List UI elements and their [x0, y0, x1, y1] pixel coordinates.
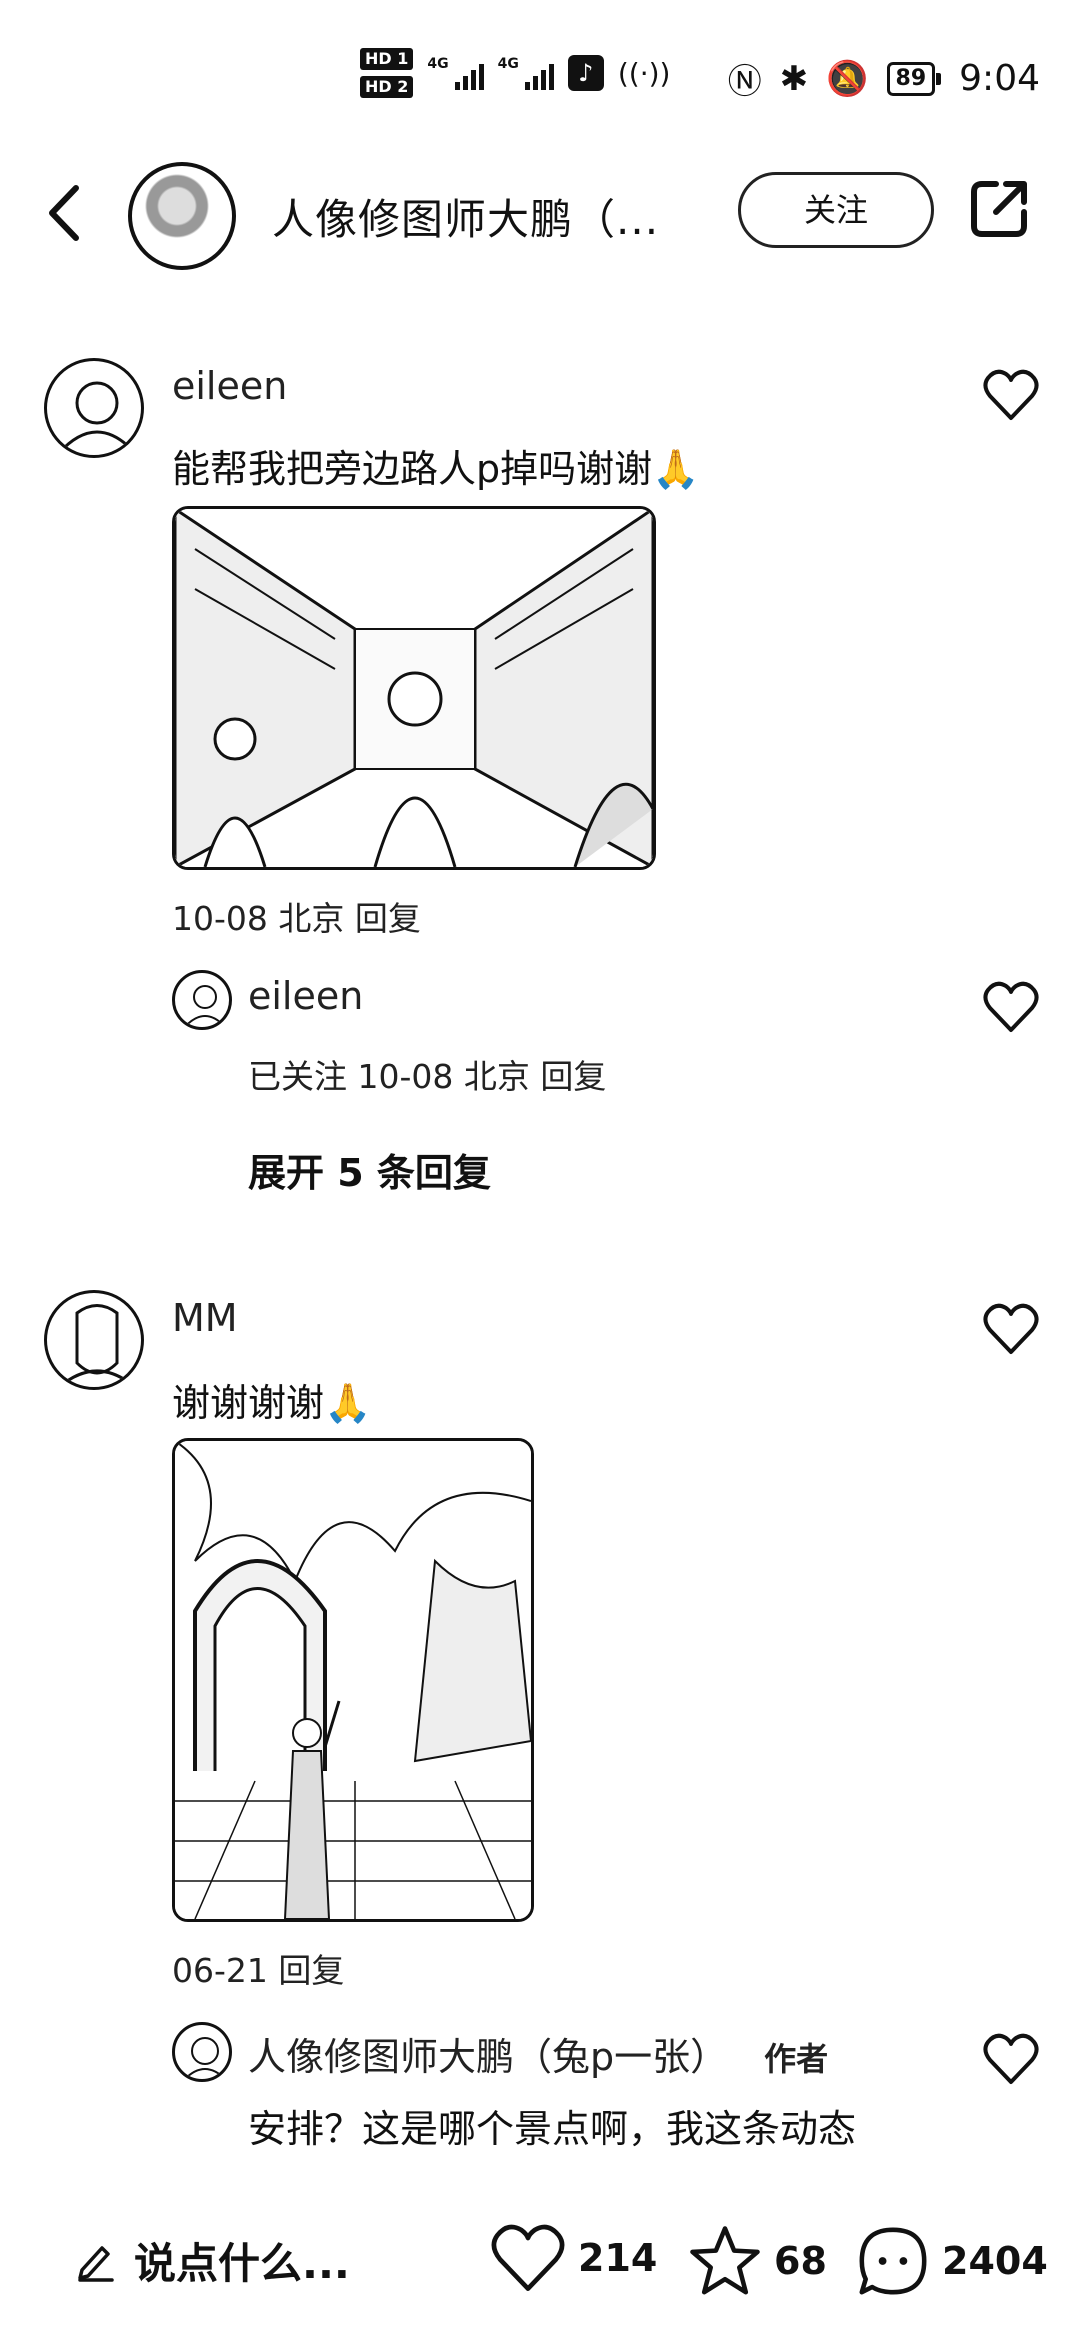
- top-header: 人像修图师大鹏（... 关注: [0, 150, 1080, 280]
- reply-text: 安排？这是哪个景点啊，我这条动态: [248, 2107, 857, 2151]
- heart-icon: [983, 369, 1039, 420]
- clock: 9:04: [959, 58, 1040, 99]
- reply-avatar[interactable]: [172, 970, 232, 1030]
- heart-icon: [983, 2033, 1039, 2084]
- commenter-avatar[interactable]: [44, 358, 144, 458]
- expand-replies-button[interactable]: 展开 5 条回复: [248, 1142, 491, 1197]
- like-count: 214: [578, 2236, 658, 2280]
- comment-input[interactable]: 说点什么...: [74, 2230, 350, 2291]
- like-reply-button[interactable]: [982, 980, 1040, 1034]
- reply-avatar[interactable]: [172, 2022, 232, 2082]
- network-2-label: 4G: [497, 56, 519, 72]
- tiktok-icon: ♪: [567, 55, 604, 91]
- status-bar: HD 1 HD 2 4G 4G ♪ ((·)) Ⓝ ✱ 🔕 89 9:04: [0, 0, 1080, 150]
- back-button[interactable]: [36, 178, 96, 248]
- comment-list[interactable]: eileen 能帮我把旁边路人p掉吗谢谢🙏 10-08 北京 回复 eileen…: [0, 280, 1080, 2180]
- hd1-badge: HD 1: [360, 48, 414, 70]
- signal-1-icon: 4G: [427, 56, 484, 90]
- comment-meta: 10-08 北京 回复: [172, 899, 421, 938]
- chevron-left-icon: [49, 185, 79, 241]
- battery-indicator: 89: [886, 61, 941, 96]
- commenter-name[interactable]: eileen: [172, 364, 287, 408]
- favorite-count: 68: [774, 2239, 827, 2283]
- signal-2-icon: 4G: [498, 56, 554, 90]
- comment-count: 2404: [942, 2239, 1048, 2283]
- author-tag: 作者: [764, 2040, 829, 2078]
- star-icon: [690, 2226, 760, 2295]
- pencil-icon: [78, 2245, 114, 2282]
- commenter-name[interactable]: MM: [172, 1296, 238, 1340]
- share-icon: [971, 181, 1027, 237]
- reply-meta: 已关注 10-08 北京 回复: [248, 1057, 607, 1096]
- mute-icon: 🔕: [826, 58, 869, 99]
- hotspot-icon: ((·)): [617, 56, 671, 90]
- favorite-button[interactable]: 68: [686, 2222, 827, 2300]
- comment-input-placeholder: 说点什么...: [134, 2239, 350, 2288]
- hd2-badge: HD 2: [360, 76, 414, 98]
- street-photo-image: [175, 509, 653, 867]
- like-comment-button[interactable]: [982, 368, 1040, 422]
- chat-bubble-icon: [859, 2227, 927, 2295]
- author-name[interactable]: 人像修图师大鹏（...: [272, 186, 692, 247]
- bluetooth-icon: ✱: [779, 58, 809, 99]
- hd-indicators: HD 1 HD 2: [360, 48, 414, 98]
- status-left: HD 1 HD 2 4G 4G ♪ ((·)): [360, 48, 670, 98]
- comment-text: 能帮我把旁边路人p掉吗谢谢🙏: [172, 447, 700, 491]
- comments-button[interactable]: 2404: [854, 2222, 1048, 2300]
- status-right: Ⓝ ✱ 🔕 89 9:04: [728, 54, 1040, 103]
- comment-photo[interactable]: [172, 506, 656, 870]
- heart-icon: [983, 1303, 1039, 1354]
- comment-photo[interactable]: [172, 1438, 534, 1922]
- share-button[interactable]: [966, 176, 1032, 242]
- author-avatar[interactable]: [128, 162, 236, 270]
- follow-button[interactable]: 关注: [738, 172, 934, 248]
- heart-icon: [983, 981, 1039, 1032]
- comment-meta: 06-21 回复: [172, 1951, 345, 1990]
- network-1-label: 4G: [427, 56, 449, 72]
- commenter-avatar[interactable]: [44, 1290, 144, 1390]
- nfc-icon: Ⓝ: [727, 62, 762, 102]
- like-comment-button[interactable]: [982, 1302, 1040, 1356]
- comment-text: 谢谢谢谢🙏: [172, 1381, 372, 1425]
- reply-user-name[interactable]: 人像修图师大鹏（兔p一张）: [248, 2035, 728, 2079]
- heart-icon: [491, 2224, 565, 2291]
- reply-user-name[interactable]: eileen: [248, 974, 363, 1018]
- like-button[interactable]: 214: [488, 2222, 657, 2294]
- arch-photo-image: [175, 1441, 531, 1919]
- like-reply-button[interactable]: [982, 2032, 1040, 2086]
- bottom-action-bar: 说点什么... 214 68 2404: [0, 2180, 1080, 2340]
- reply-user-row: 人像修图师大鹏（兔p一张） 作者: [248, 2026, 828, 2081]
